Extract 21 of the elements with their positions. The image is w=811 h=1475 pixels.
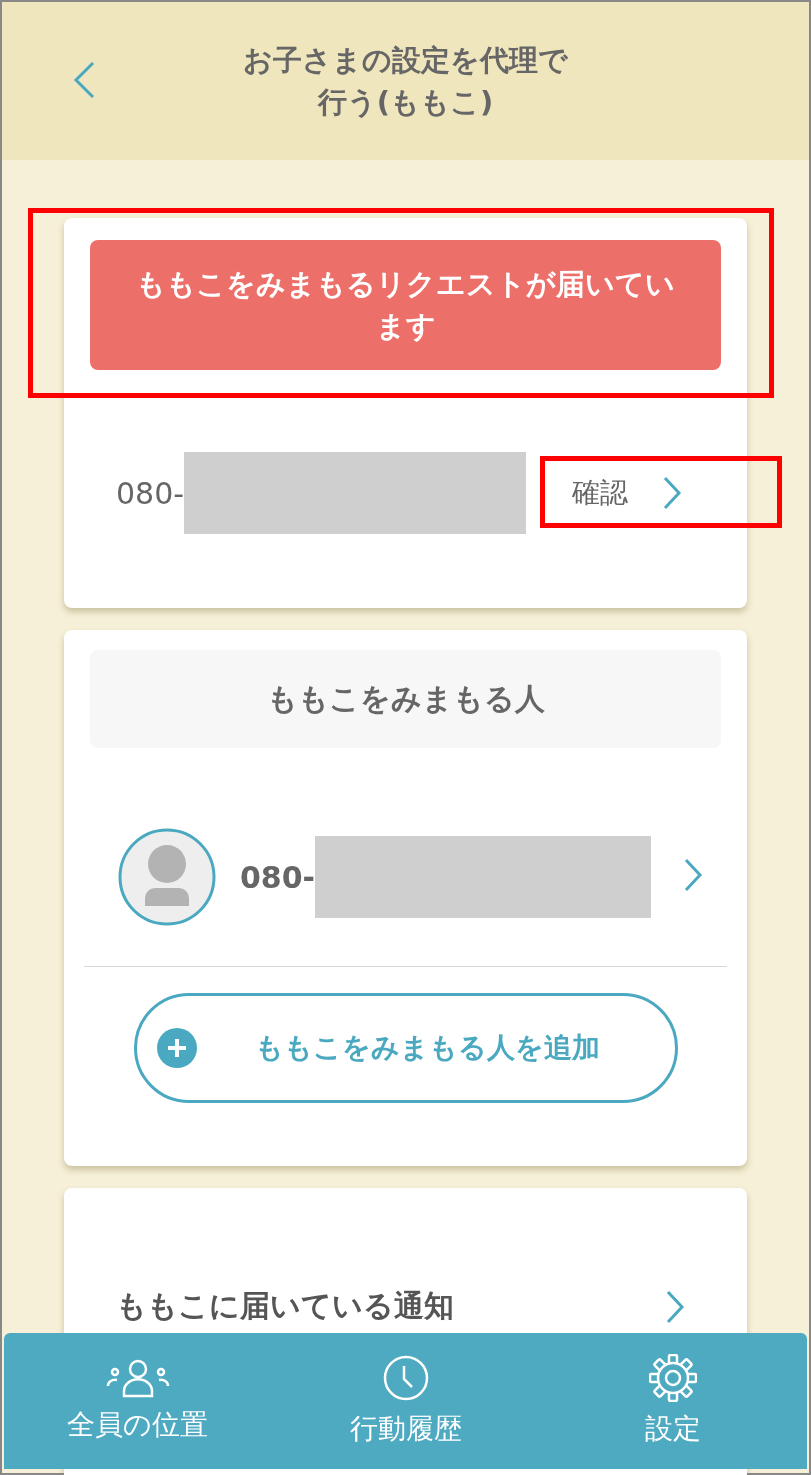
confirm-link[interactable]: 確認 [572, 474, 683, 512]
nav-tab[interactable]: 設定 [539, 1333, 807, 1469]
section-heading: ももこをみまもる人 [90, 650, 721, 748]
chevron-right-icon [665, 1288, 685, 1325]
phone-number: 080- [240, 859, 316, 895]
nav-tab[interactable]: 行動履歴 [271, 1333, 540, 1469]
back-icon[interactable] [72, 60, 96, 100]
plus-icon [157, 1028, 197, 1068]
screen-title: お子さまの設定を代理で [243, 41, 568, 79]
clock-icon [381, 1354, 430, 1402]
people-icon [105, 1358, 170, 1398]
phone-number: 080- [116, 475, 185, 511]
request-banner: ももこをみまもるリクエストが届いています [90, 240, 721, 370]
chevron-right-icon [683, 857, 704, 893]
chevron-right-icon [662, 475, 683, 511]
notifications-item[interactable]: ももこに届いている通知 [116, 1286, 454, 1327]
add-watcher-button[interactable]: ももこをみまもる人を追加 [134, 993, 678, 1103]
screen-title: 行う(ももこ) [317, 84, 494, 121]
avatar-icon [118, 828, 216, 926]
settings-icon [649, 1354, 698, 1402]
nav-tab[interactable]: 全員の位置 [4, 1333, 272, 1469]
